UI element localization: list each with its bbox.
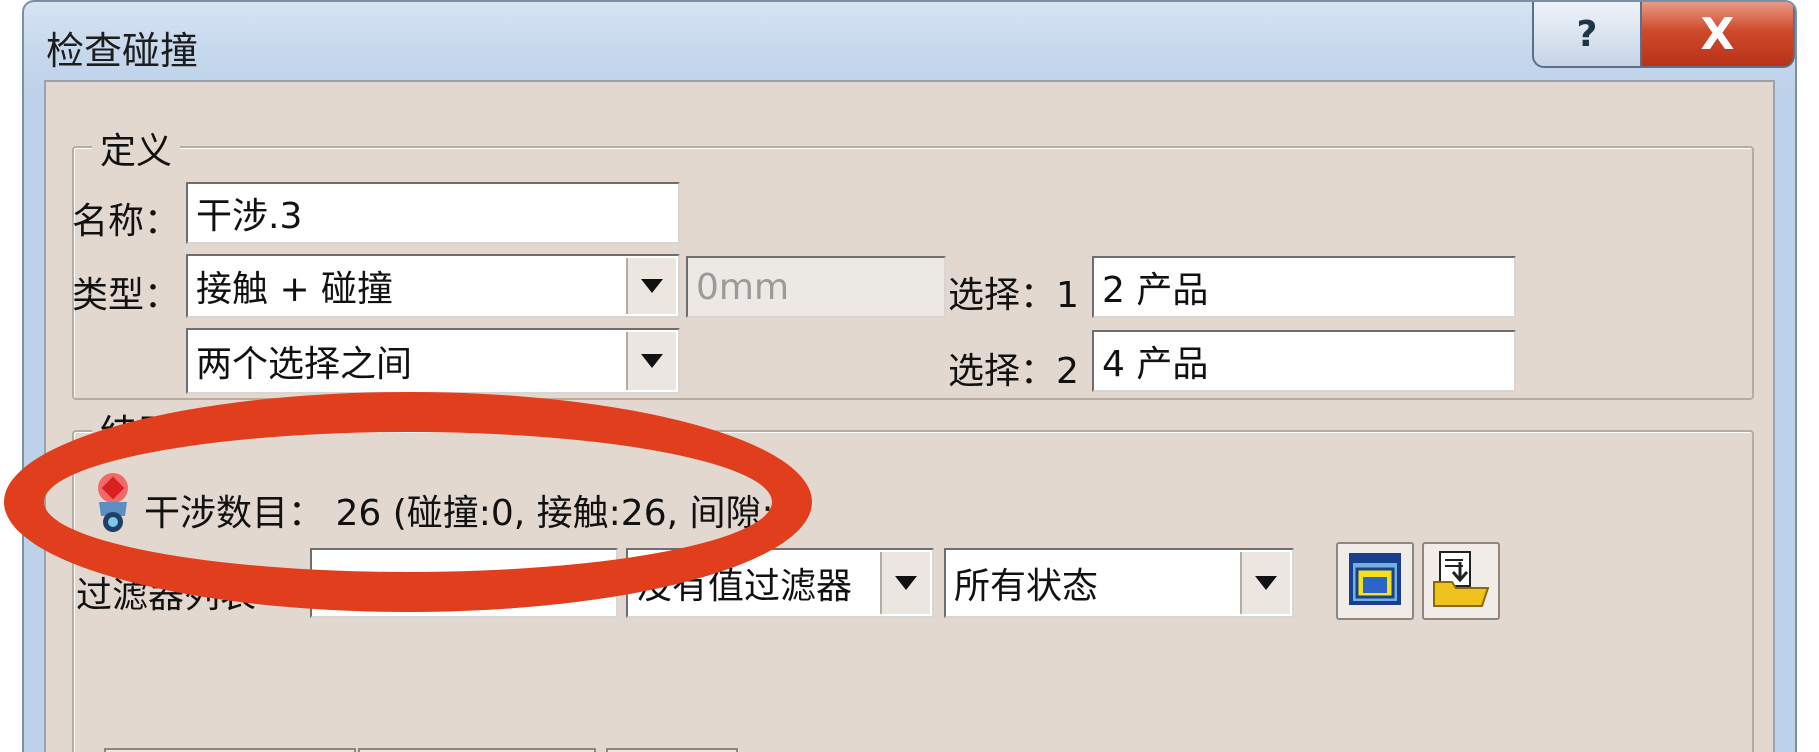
filter-list-label: 过滤器列表 (76, 575, 257, 616)
chevron-down-icon[interactable] (1240, 552, 1290, 614)
type-value: 接触 + 碰撞 (196, 269, 394, 310)
value-filter-value: 没有值过滤器 (636, 566, 853, 607)
selection1-field[interactable]: 2 产品 (1092, 256, 1516, 318)
result-legend: 结果 (92, 404, 181, 456)
clearance-input: 0mm (686, 256, 946, 318)
status-filter-value: 所有状态 (954, 566, 1099, 607)
chevron-down-icon[interactable] (626, 332, 676, 390)
interference-status-icon (90, 472, 136, 534)
window-title: 检查碰撞 (46, 29, 199, 73)
help-button[interactable]: ? (1532, 2, 1642, 68)
type-dropdown[interactable]: 接触 + 碰撞 (186, 254, 680, 318)
result-tab-3[interactable] (606, 748, 738, 752)
scope-value: 两个选择之间 (196, 344, 413, 385)
filter-list-input[interactable] (310, 548, 618, 618)
dialog-client-area: 定义 名称： 干涉.3 类型： 接触 + 碰撞 0mm 选择：1 2 产品 两个… (44, 80, 1775, 752)
result-tab-1[interactable] (104, 748, 356, 752)
close-button[interactable]: X (1640, 2, 1795, 68)
export-folder-icon (1430, 548, 1492, 614)
preview-window-button[interactable] (1336, 542, 1414, 620)
value-filter-dropdown[interactable]: 没有值过滤器 (626, 548, 934, 618)
selection1-label: 选择：1 (948, 275, 1079, 316)
chevron-down-icon[interactable] (880, 552, 930, 614)
name-input[interactable]: 干涉.3 (186, 182, 680, 244)
definition-legend: 定义 (92, 122, 181, 174)
name-label: 名称： (72, 201, 181, 242)
chevron-down-icon[interactable] (626, 258, 676, 314)
selection2-value: 4 产品 (1102, 344, 1209, 385)
clearance-value: 0mm (696, 266, 790, 308)
result-tab-2[interactable] (358, 748, 596, 752)
selection2-label: 选择：2 (948, 351, 1079, 392)
selection1-value: 2 产品 (1102, 270, 1209, 311)
type-label: 类型： (72, 275, 181, 316)
selection2-field[interactable]: 4 产品 (1092, 330, 1516, 392)
preview-window-icon (1345, 549, 1405, 613)
interference-summary: 干涉数目： 26 (碰撞:0, 接触:26, 间隙:0 (144, 493, 797, 534)
scope-dropdown[interactable]: 两个选择之间 (186, 328, 680, 394)
name-value: 干涉.3 (196, 196, 303, 237)
export-button[interactable] (1422, 542, 1500, 620)
check-clash-window: 检查碰撞 ? X 定义 名称： 干涉.3 类型： 接触 + 碰撞 0mm 选择：… (22, 0, 1797, 752)
status-filter-dropdown[interactable]: 所有状态 (944, 548, 1294, 618)
